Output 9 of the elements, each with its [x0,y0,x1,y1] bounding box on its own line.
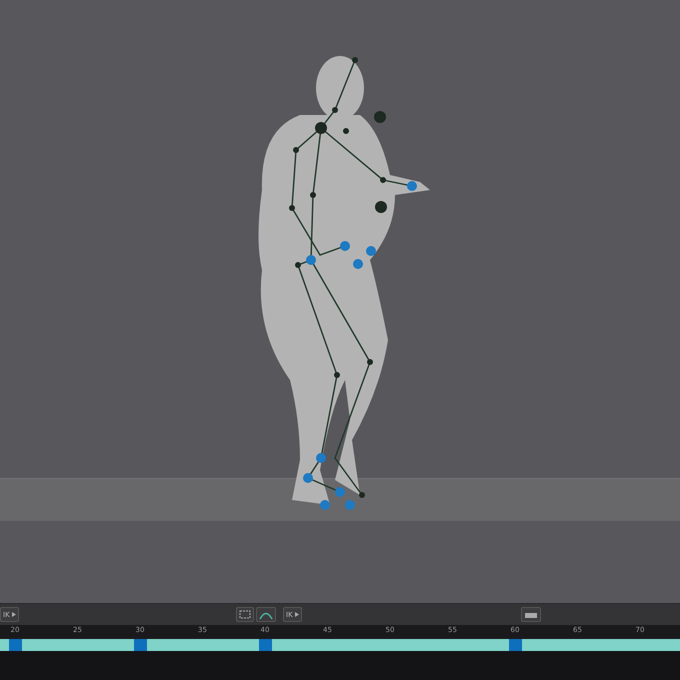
frame-selection-icon[interactable] [236,607,254,622]
keyframe-marker[interactable] [9,639,22,651]
dropdown-arrow-icon [12,612,16,617]
keyframe-marker[interactable] [134,639,147,651]
camera-icon[interactable] [521,607,541,622]
dropdown-arrow-icon [294,612,299,617]
keyframe-marker[interactable] [509,639,522,651]
curve-icon[interactable] [256,607,276,622]
keyframe-marker[interactable] [259,639,272,651]
